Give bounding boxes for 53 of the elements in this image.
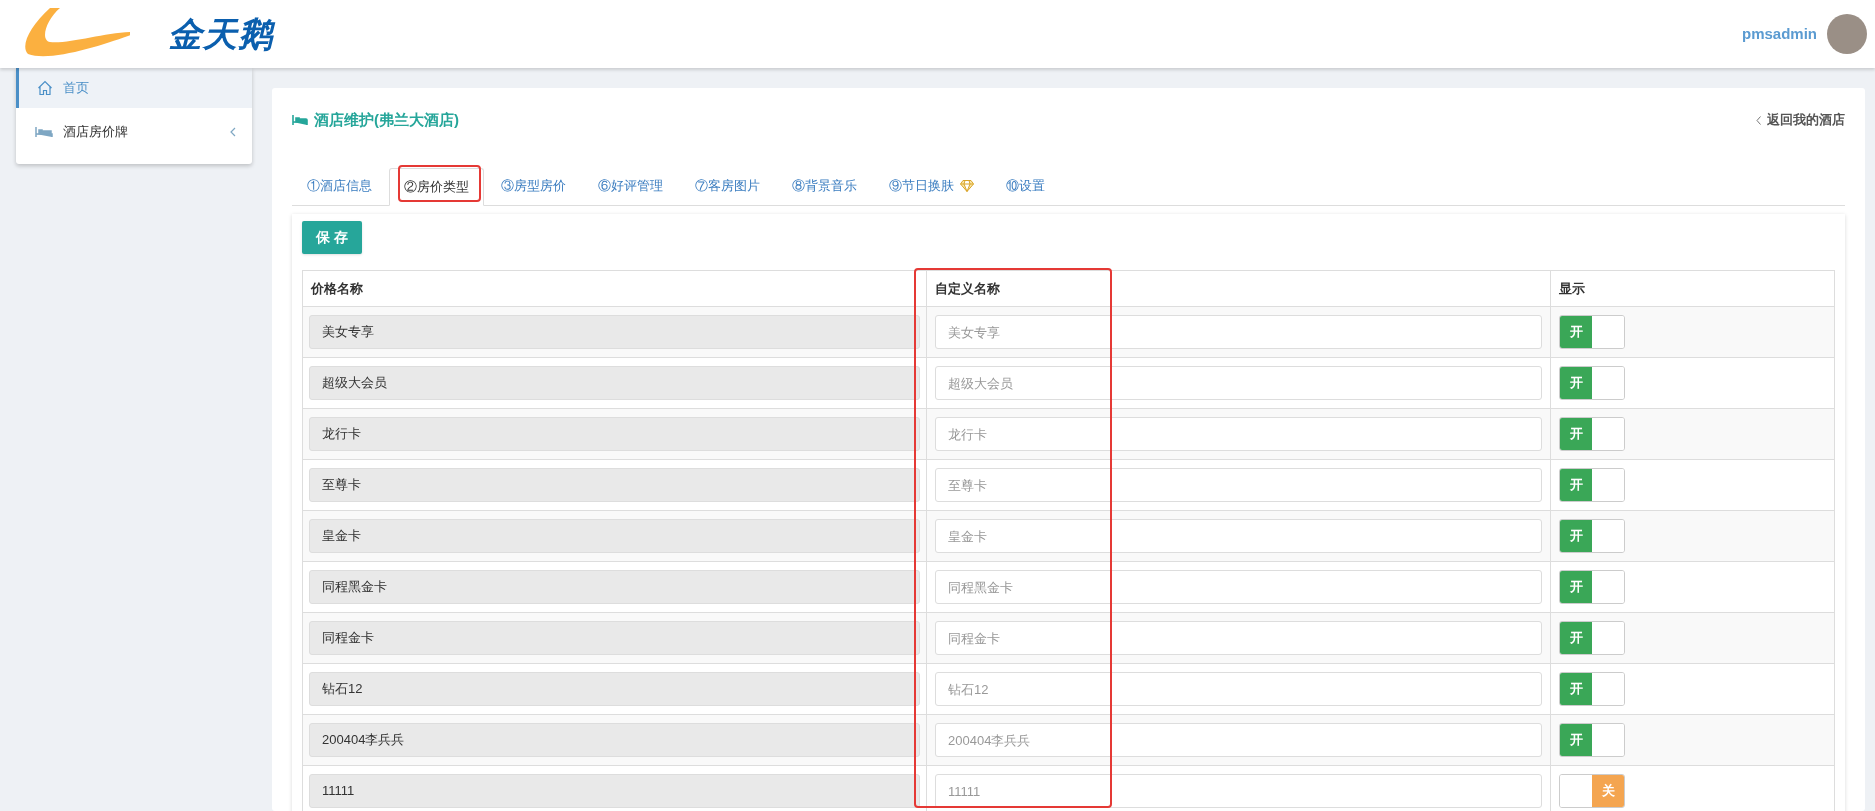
save-button[interactable]: 保 存 [302, 221, 362, 254]
custom-name-field[interactable]: 皇金卡 [935, 519, 1542, 553]
custom-name-field[interactable]: 龙行卡 [935, 417, 1542, 451]
tab[interactable]: ①酒店信息 [292, 167, 387, 205]
chevron-left-icon [1756, 115, 1761, 125]
price-name-field: 200404李兵兵 [309, 723, 920, 757]
tab[interactable]: ⑥好评管理 [583, 167, 678, 205]
custom-name-field[interactable]: 11111 [935, 774, 1542, 808]
price-name-field: 龙行卡 [309, 417, 920, 451]
custom-name-field[interactable]: 至尊卡 [935, 468, 1542, 502]
custom-name-field[interactable]: 同程黑金卡 [935, 570, 1542, 604]
price-name-field: 同程金卡 [309, 621, 920, 655]
price-name-field: 同程黑金卡 [309, 570, 920, 604]
price-name-field: 至尊卡 [309, 468, 920, 502]
panel-title: 酒店维护(弗兰大酒店) [314, 109, 459, 130]
sidebar-item[interactable]: 酒店房价牌 [16, 108, 252, 156]
toggle-switch[interactable]: 开 [1559, 468, 1625, 502]
home-icon [37, 80, 53, 96]
back-link[interactable]: 返回我的酒店 [1756, 110, 1845, 130]
custom-name-field[interactable]: 钻石12 [935, 672, 1542, 706]
toggle-switch[interactable]: 关 [1559, 774, 1625, 808]
toggle-switch[interactable]: 开 [1559, 366, 1625, 400]
column-header: 显示 [1550, 270, 1835, 307]
bed-icon [292, 114, 308, 126]
custom-name-field[interactable]: 200404李兵兵 [935, 723, 1542, 757]
tab[interactable]: ⑦客房图片 [680, 167, 775, 205]
price-name-field: 钻石12 [309, 672, 920, 706]
chevron-left-icon [230, 127, 236, 137]
sidebar-item[interactable]: 首页 [16, 68, 252, 108]
custom-name-field[interactable]: 美女专享 [935, 315, 1542, 349]
toggle-switch[interactable]: 开 [1559, 672, 1625, 706]
tab[interactable]: ⑩设置 [991, 167, 1060, 205]
avatar[interactable] [1827, 14, 1867, 54]
toggle-switch[interactable]: 开 [1559, 621, 1625, 655]
tab[interactable]: ②房价类型 [389, 168, 484, 206]
toggle-switch[interactable]: 开 [1559, 417, 1625, 451]
toggle-switch[interactable]: 开 [1559, 723, 1625, 757]
username[interactable]: pmsadmin [1742, 22, 1817, 46]
tab[interactable]: ⑧背景音乐 [777, 167, 872, 205]
toggle-switch[interactable]: 开 [1559, 519, 1625, 553]
price-name-field: 美女专享 [309, 315, 920, 349]
bed-icon [35, 126, 53, 138]
toggle-switch[interactable]: 开 [1559, 570, 1625, 604]
price-name-field: 超级大会员 [309, 366, 920, 400]
toggle-switch[interactable]: 开 [1559, 315, 1625, 349]
price-name-field: 11111 [309, 774, 920, 808]
custom-name-field[interactable]: 超级大会员 [935, 366, 1542, 400]
column-header: 价格名称 [302, 270, 927, 307]
tab[interactable]: ③房型房价 [486, 167, 581, 205]
tab[interactable]: ⑨节日换肤 [874, 167, 989, 205]
custom-name-field[interactable]: 同程金卡 [935, 621, 1542, 655]
diamond-icon [960, 180, 974, 192]
price-name-field: 皇金卡 [309, 519, 920, 553]
